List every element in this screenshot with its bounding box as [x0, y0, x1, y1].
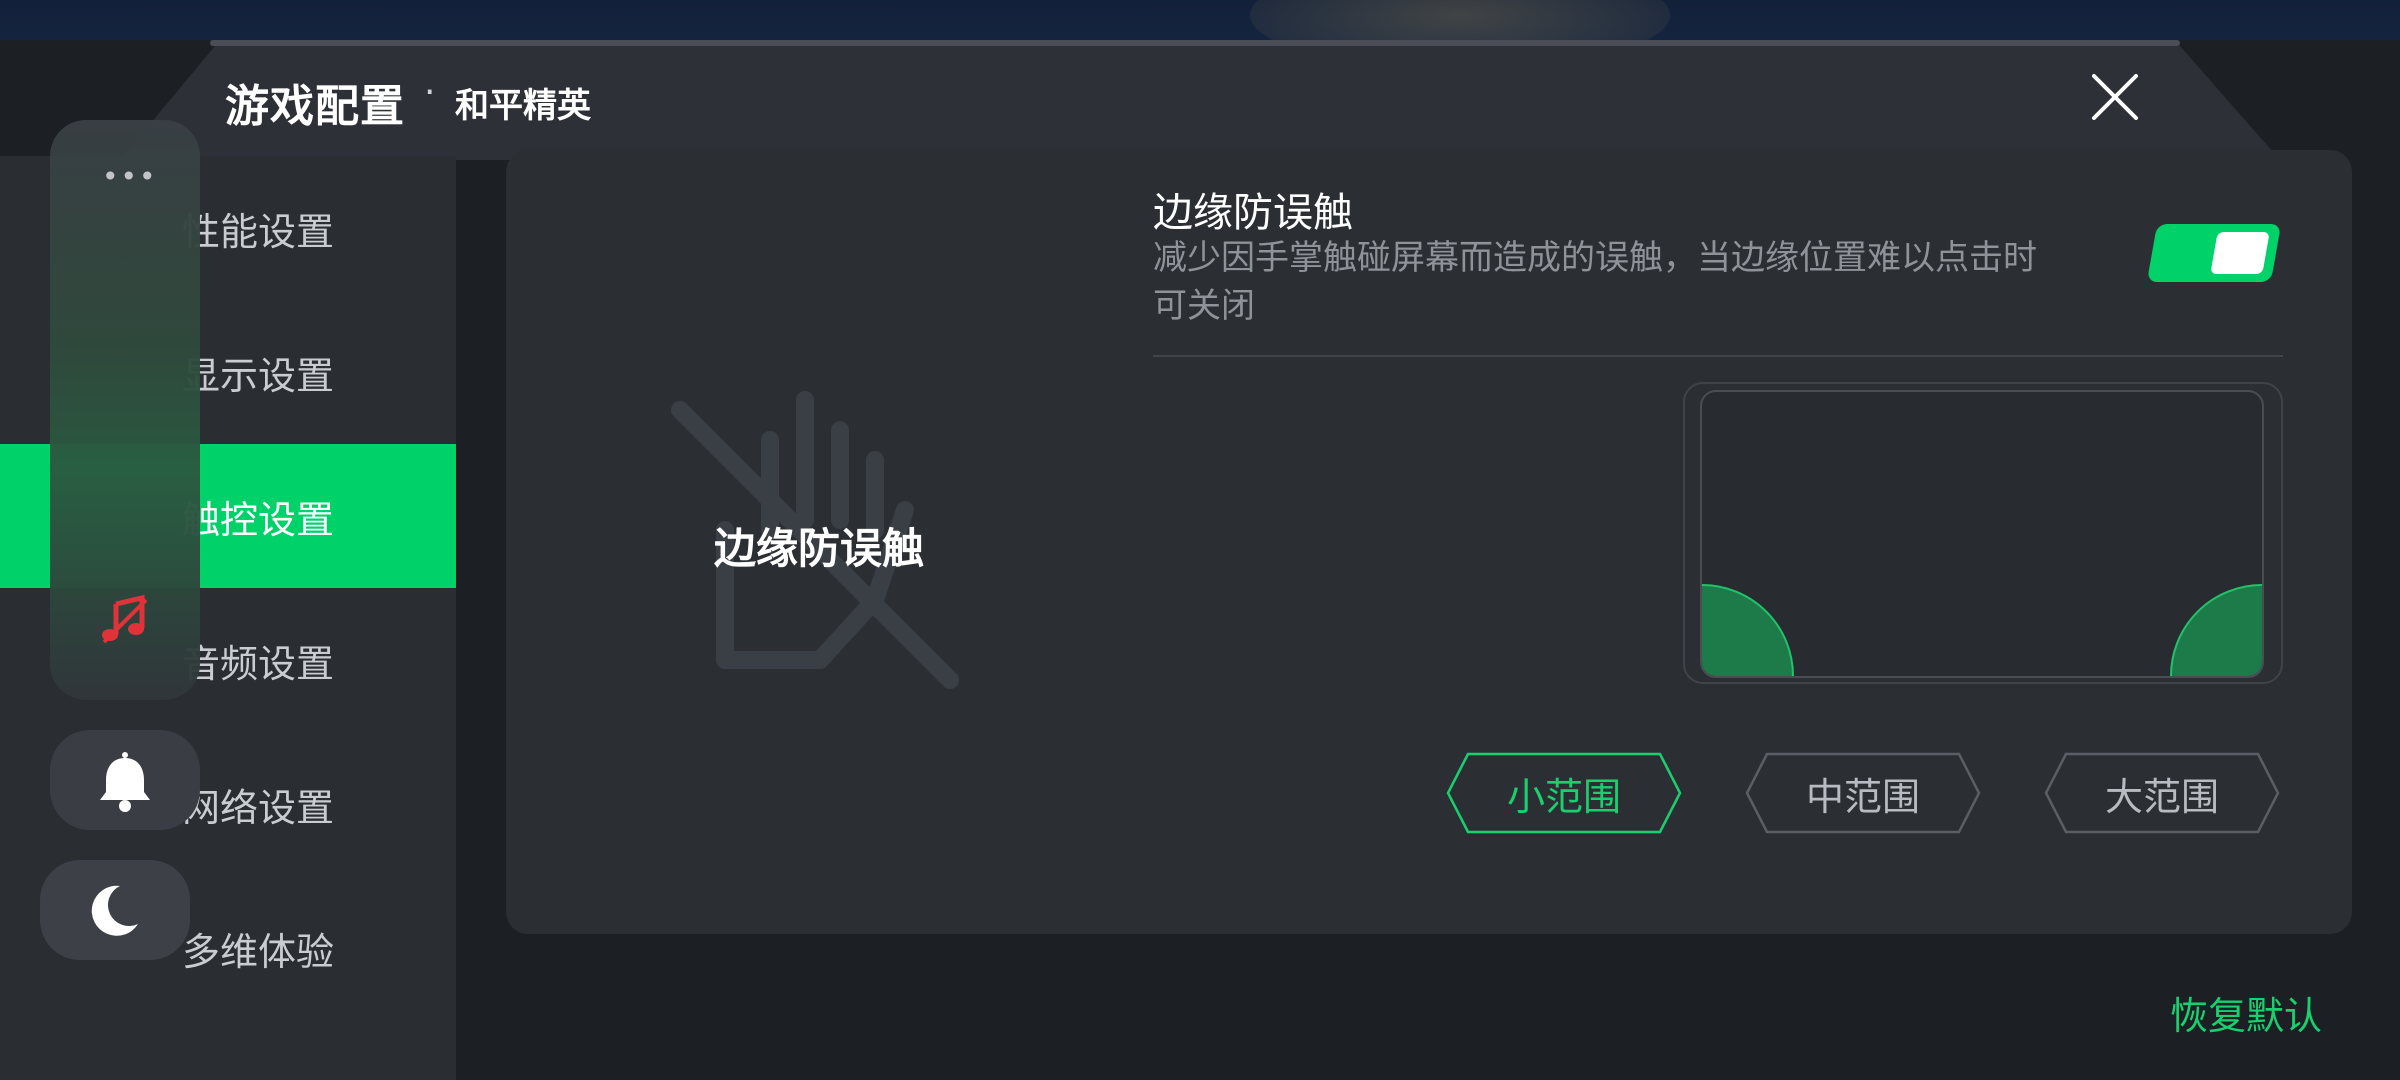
- sidebar-item-label: 显示设置: [182, 353, 335, 398]
- sidebar-item-label: 性能设置: [182, 209, 335, 254]
- right-corner-zone: [2170, 584, 2262, 676]
- title-separator: ·: [424, 72, 436, 113]
- title-bar-rim: [210, 40, 2180, 46]
- music-off-icon[interactable]: [98, 592, 152, 646]
- sidebar-item-label: 多维体验: [182, 929, 335, 974]
- range-option-label: 大范围: [2104, 774, 2219, 819]
- sidebar-item-label: 网络设置: [182, 785, 335, 830]
- restore-defaults-button[interactable]: 恢复默认: [2170, 985, 2322, 1040]
- setting-description: 减少因手掌触碰屏幕而造成的误触，当边缘位置难以点击时可关闭: [1153, 238, 2037, 326]
- sidebar-item-label: 音频设置: [182, 641, 335, 686]
- floating-quick-panel[interactable]: •••: [50, 120, 200, 700]
- moon-icon: [91, 885, 138, 936]
- range-option-label: 小范围: [1506, 774, 1621, 819]
- close-button[interactable]: [2090, 72, 2140, 122]
- toggle-knob: [2210, 232, 2270, 274]
- edge-protection-toggle[interactable]: [2146, 224, 2282, 282]
- range-small-button[interactable]: 小范围: [1446, 752, 1682, 834]
- left-corner-zone: [1702, 584, 1794, 676]
- more-dots-icon[interactable]: •••: [102, 160, 158, 193]
- range-large-button[interactable]: 大范围: [2044, 752, 2280, 834]
- range-preview: [1700, 390, 2264, 678]
- range-medium-button[interactable]: 中范围: [1745, 752, 1981, 834]
- bell-icon: [100, 752, 150, 812]
- game-name: 和平精英: [455, 86, 591, 126]
- page-title: 游戏配置: [225, 81, 405, 132]
- hero-label: 边缘防误触: [714, 524, 925, 573]
- setting-title: 边缘防误触: [1153, 190, 1353, 236]
- divider: [1153, 355, 2283, 357]
- close-icon: [2092, 74, 2138, 120]
- do-not-disturb-toggle[interactable]: [40, 860, 190, 960]
- notification-toggle[interactable]: [50, 730, 200, 830]
- range-option-label: 中范围: [1805, 774, 1920, 819]
- sidebar-item-label: 触控设置: [182, 497, 335, 542]
